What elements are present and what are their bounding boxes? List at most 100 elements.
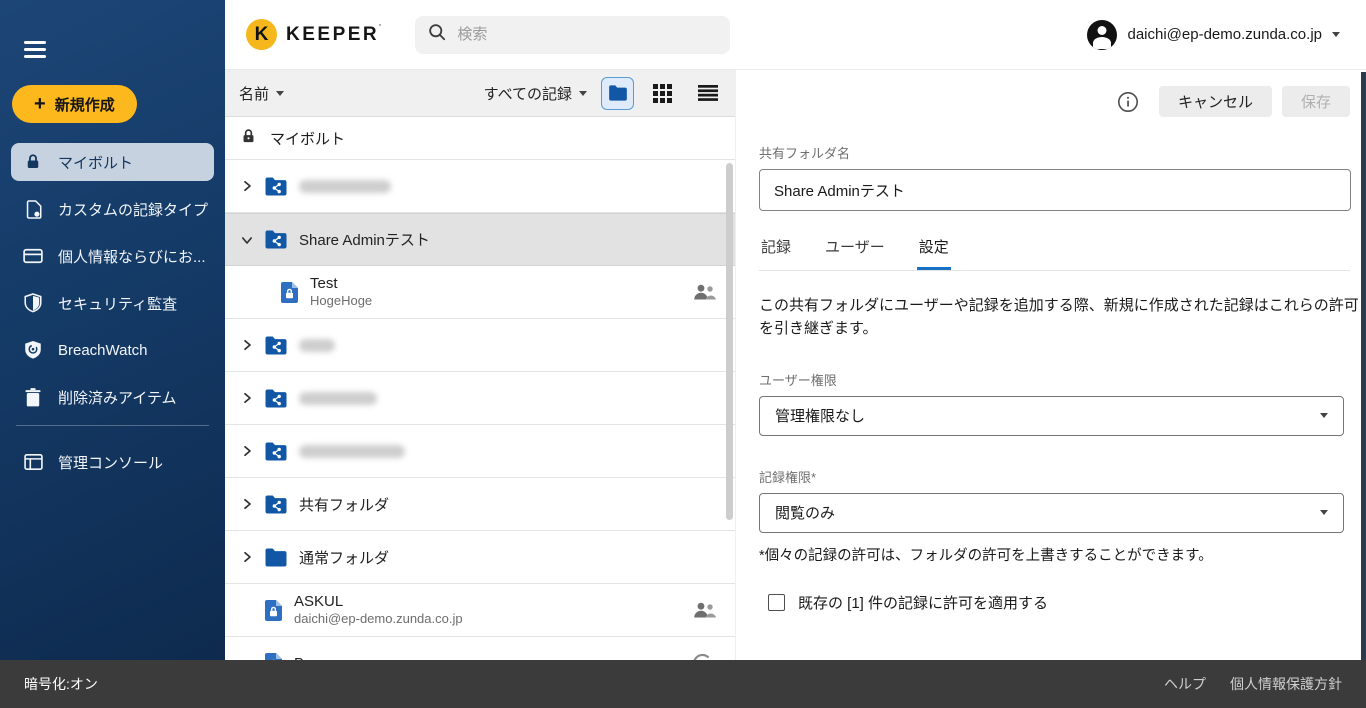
sidebar-item-label: カスタムの記録タイプ xyxy=(58,199,208,220)
info-icon[interactable] xyxy=(1117,91,1139,113)
apply-permissions-label: 既存の [1] 件の記録に許可を適用する xyxy=(798,592,1048,613)
sidebar-item[interactable]: マイボルト xyxy=(11,143,214,181)
redacted-label xyxy=(299,339,335,352)
record-filter-dropdown[interactable]: すべての記録 xyxy=(484,83,587,104)
shared-folder-icon xyxy=(265,336,287,355)
folder-icon xyxy=(265,548,287,567)
breachwatch-icon xyxy=(22,340,44,360)
sidebar-item-label: BreachWatch xyxy=(58,342,147,359)
account-menu[interactable]: daichi@ep-demo.zunda.co.jp xyxy=(1087,20,1340,50)
row-subtitle: daichi@ep-demo.zunda.co.jp xyxy=(294,611,463,627)
create-new-label: 新規作成 xyxy=(55,94,115,115)
my-vault-root-row[interactable]: マイボルト xyxy=(225,117,735,160)
record-permission-select[interactable]: 閲覧のみ xyxy=(759,493,1344,533)
scrollbar-thumb[interactable] xyxy=(726,163,733,520)
search-box[interactable] xyxy=(415,16,730,54)
security-audit-icon xyxy=(22,293,44,313)
shared-people-icon xyxy=(693,602,716,619)
chevron-right-icon[interactable] xyxy=(239,551,255,563)
search-icon xyxy=(428,23,446,46)
record-type-icon xyxy=(22,200,44,219)
chevron-right-icon[interactable] xyxy=(239,445,255,457)
detail-tabs: 記録ユーザー設定 xyxy=(759,230,1350,271)
trash-icon xyxy=(22,388,44,407)
record-row[interactable]: TestHogeHoge xyxy=(225,266,735,319)
tab-item[interactable]: 記録 xyxy=(759,230,793,270)
sidebar-item[interactable]: BreachWatch xyxy=(0,331,225,369)
user-permission-select[interactable]: 管理権限なし xyxy=(759,396,1344,436)
row-title: ASKUL xyxy=(294,593,463,612)
sidebar-item[interactable]: 削除済みアイテム xyxy=(0,378,225,416)
grid-view-button[interactable] xyxy=(646,77,679,110)
folder-row[interactable] xyxy=(225,319,735,372)
permission-override-note: *個々の記録の許可は、フォルダの許可を上書きすることができます。 xyxy=(759,544,1350,565)
payment-card-icon xyxy=(22,248,44,264)
folder-name-input[interactable] xyxy=(759,169,1351,211)
user-permission-value: 管理権限なし xyxy=(775,405,865,426)
sidebar-item[interactable]: 管理コンソール xyxy=(0,443,225,481)
sidebar-item-label: 管理コンソール xyxy=(58,452,163,473)
sort-dropdown[interactable]: 名前 xyxy=(239,83,284,104)
permissions-description: この共有フォルダにユーザーや記録を追加する際、新規に作成された記録はこれらの許可… xyxy=(759,294,1359,341)
sort-label: 名前 xyxy=(239,83,269,104)
sidebar-item[interactable]: セキュリティ監査 xyxy=(0,284,225,322)
record-permission-value: 閲覧のみ xyxy=(775,502,835,523)
chevron-down-icon xyxy=(1320,413,1328,418)
sidebar-item[interactable]: カスタムの記録タイプ xyxy=(0,190,225,228)
help-link[interactable]: ヘルプ xyxy=(1164,674,1206,694)
search-input[interactable] xyxy=(457,26,717,43)
redacted-label xyxy=(299,180,391,193)
status-bar: 暗号化:オン ヘルプ 個人情報保護方針 xyxy=(0,660,1366,708)
chevron-right-icon[interactable] xyxy=(239,339,255,351)
record-row[interactable]: Box xyxy=(225,637,735,660)
folder-row[interactable] xyxy=(225,372,735,425)
encryption-status: 暗号化:オン xyxy=(24,674,98,694)
folder-row[interactable]: 共有フォルダ xyxy=(225,478,735,531)
privacy-policy-link[interactable]: 個人情報保護方針 xyxy=(1230,674,1342,694)
cancel-button[interactable]: キャンセル xyxy=(1159,86,1272,117)
tab-item[interactable]: ユーザー xyxy=(823,230,887,270)
folder-row[interactable] xyxy=(225,425,735,478)
root-row-label: マイボルト xyxy=(270,128,345,149)
topbar: K KEEPER' daichi@ep-demo.zunda.co.jp xyxy=(225,0,1366,70)
account-email: daichi@ep-demo.zunda.co.jp xyxy=(1127,26,1322,43)
folder-row[interactable]: 通常フォルダ xyxy=(225,531,735,584)
chevron-right-icon[interactable] xyxy=(239,180,255,192)
record-permission-label: 記録権限* xyxy=(759,467,1350,486)
footer-links: ヘルプ 個人情報保護方針 xyxy=(1164,674,1342,694)
vault-rows: Share AdminテストTestHogeHoge 共有フォルダ通常フォルダ AS… xyxy=(225,160,735,660)
chevron-right-icon[interactable] xyxy=(239,498,255,510)
menu-icon[interactable] xyxy=(24,41,46,62)
folder-name-label: 共有フォルダ名 xyxy=(759,143,1350,162)
redacted-label xyxy=(299,392,377,405)
chevron-down-icon[interactable] xyxy=(239,234,255,246)
list-view-button[interactable] xyxy=(691,77,724,110)
keeper-logo: K KEEPER' xyxy=(246,19,383,50)
row-title: Test xyxy=(310,275,372,294)
avatar-icon xyxy=(1087,20,1117,50)
filter-label: すべての記録 xyxy=(484,83,572,104)
row-label: 通常フォルダ xyxy=(299,547,389,568)
create-new-button[interactable]: + 新規作成 xyxy=(12,85,137,123)
folder-view-button[interactable] xyxy=(601,77,634,110)
lock-icon xyxy=(22,153,44,171)
record-row[interactable]: ASKULdaichi@ep-demo.zunda.co.jp xyxy=(225,584,735,637)
sidebar-item[interactable]: 個人情報ならびにお... xyxy=(0,237,225,275)
folder-row[interactable] xyxy=(225,160,735,213)
shared-folder-icon xyxy=(265,177,287,196)
sidebar: + 新規作成 マイボルトカスタムの記録タイプ個人情報ならびにお... セキュリティ… xyxy=(0,0,225,660)
shared-folder-icon xyxy=(265,442,287,461)
folder-row[interactable]: Share Adminテスト xyxy=(225,213,735,266)
chevron-down-icon xyxy=(1320,510,1328,515)
lock-icon xyxy=(240,128,257,149)
apply-permissions-checkbox-row[interactable]: 既存の [1] 件の記録に許可を適用する xyxy=(768,592,1350,613)
chevron-right-icon[interactable] xyxy=(239,392,255,404)
sync-icon xyxy=(689,650,716,661)
chevron-down-icon xyxy=(1332,32,1340,37)
user-permission-label: ユーザー権限 xyxy=(759,370,1350,389)
save-button[interactable]: 保存 xyxy=(1282,86,1350,117)
tab-selected[interactable]: 設定 xyxy=(917,230,951,270)
shared-folder-icon xyxy=(265,389,287,408)
checkbox-icon[interactable] xyxy=(768,594,785,611)
admin-console-icon xyxy=(22,454,44,470)
